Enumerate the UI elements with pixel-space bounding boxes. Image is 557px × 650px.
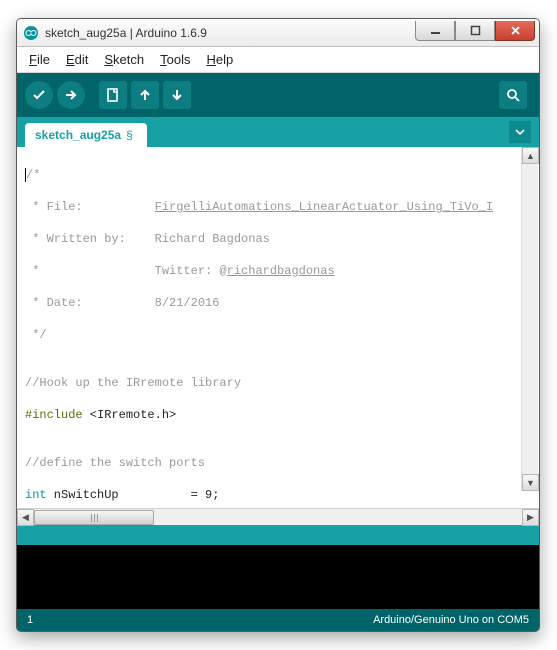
arduino-icon bbox=[23, 25, 39, 41]
vertical-scrollbar[interactable]: ▲ ▼ bbox=[521, 147, 538, 491]
tab-menu-button[interactable] bbox=[509, 121, 531, 143]
app-window: sketch_aug25a | Arduino 1.6.9 File Edit … bbox=[16, 18, 540, 632]
tab-active[interactable]: sketch_aug25a § bbox=[25, 123, 147, 147]
arrow-right-icon bbox=[63, 87, 79, 103]
horizontal-scrollbar[interactable]: ◀ ▶ bbox=[17, 508, 539, 525]
magnifier-icon bbox=[505, 87, 521, 103]
scroll-down-icon[interactable]: ▼ bbox=[522, 474, 539, 491]
toolbar bbox=[17, 73, 539, 117]
maximize-button[interactable] bbox=[455, 21, 495, 41]
tab-label: sketch_aug25a bbox=[35, 128, 121, 142]
console[interactable] bbox=[17, 545, 539, 609]
status-board: Arduino/Genuino Uno on COM5 bbox=[373, 614, 529, 626]
menu-help[interactable]: Help bbox=[200, 49, 239, 70]
scroll-thumb[interactable] bbox=[34, 510, 154, 525]
menu-file[interactable]: File bbox=[23, 49, 56, 70]
arrow-down-icon bbox=[169, 87, 185, 103]
code-text: /* bbox=[26, 168, 40, 182]
menu-tools[interactable]: Tools bbox=[154, 49, 196, 70]
scroll-up-icon[interactable]: ▲ bbox=[522, 147, 539, 164]
scroll-right-icon[interactable]: ▶ bbox=[522, 509, 539, 526]
serial-monitor-button[interactable] bbox=[499, 81, 527, 109]
message-bar bbox=[17, 525, 539, 545]
menu-edit[interactable]: Edit bbox=[60, 49, 94, 70]
titlebar[interactable]: sketch_aug25a | Arduino 1.6.9 bbox=[17, 19, 539, 47]
menubar: File Edit Sketch Tools Help bbox=[17, 47, 539, 73]
verify-button[interactable] bbox=[25, 81, 53, 109]
menu-sketch[interactable]: Sketch bbox=[98, 49, 150, 70]
editor-area: /* * File: FirgelliAutomations_LinearAct… bbox=[17, 147, 539, 508]
tab-bar: sketch_aug25a § bbox=[17, 117, 539, 147]
open-button[interactable] bbox=[131, 81, 159, 109]
new-button[interactable] bbox=[99, 81, 127, 109]
window-controls bbox=[415, 21, 535, 41]
status-line-number: 1 bbox=[27, 614, 33, 626]
check-icon bbox=[31, 87, 47, 103]
chevron-down-icon bbox=[515, 127, 525, 137]
arrow-up-icon bbox=[137, 87, 153, 103]
modified-marker: § bbox=[126, 128, 133, 142]
minimize-button[interactable] bbox=[415, 21, 455, 41]
window-title: sketch_aug25a | Arduino 1.6.9 bbox=[45, 26, 415, 40]
code-editor[interactable]: /* * File: FirgelliAutomations_LinearAct… bbox=[17, 147, 539, 508]
status-bar: 1 Arduino/Genuino Uno on COM5 bbox=[17, 609, 539, 631]
save-button[interactable] bbox=[163, 81, 191, 109]
upload-button[interactable] bbox=[57, 81, 85, 109]
scroll-track[interactable] bbox=[34, 509, 522, 525]
scroll-left-icon[interactable]: ◀ bbox=[17, 509, 34, 526]
close-button[interactable] bbox=[495, 21, 535, 41]
file-icon bbox=[105, 87, 121, 103]
